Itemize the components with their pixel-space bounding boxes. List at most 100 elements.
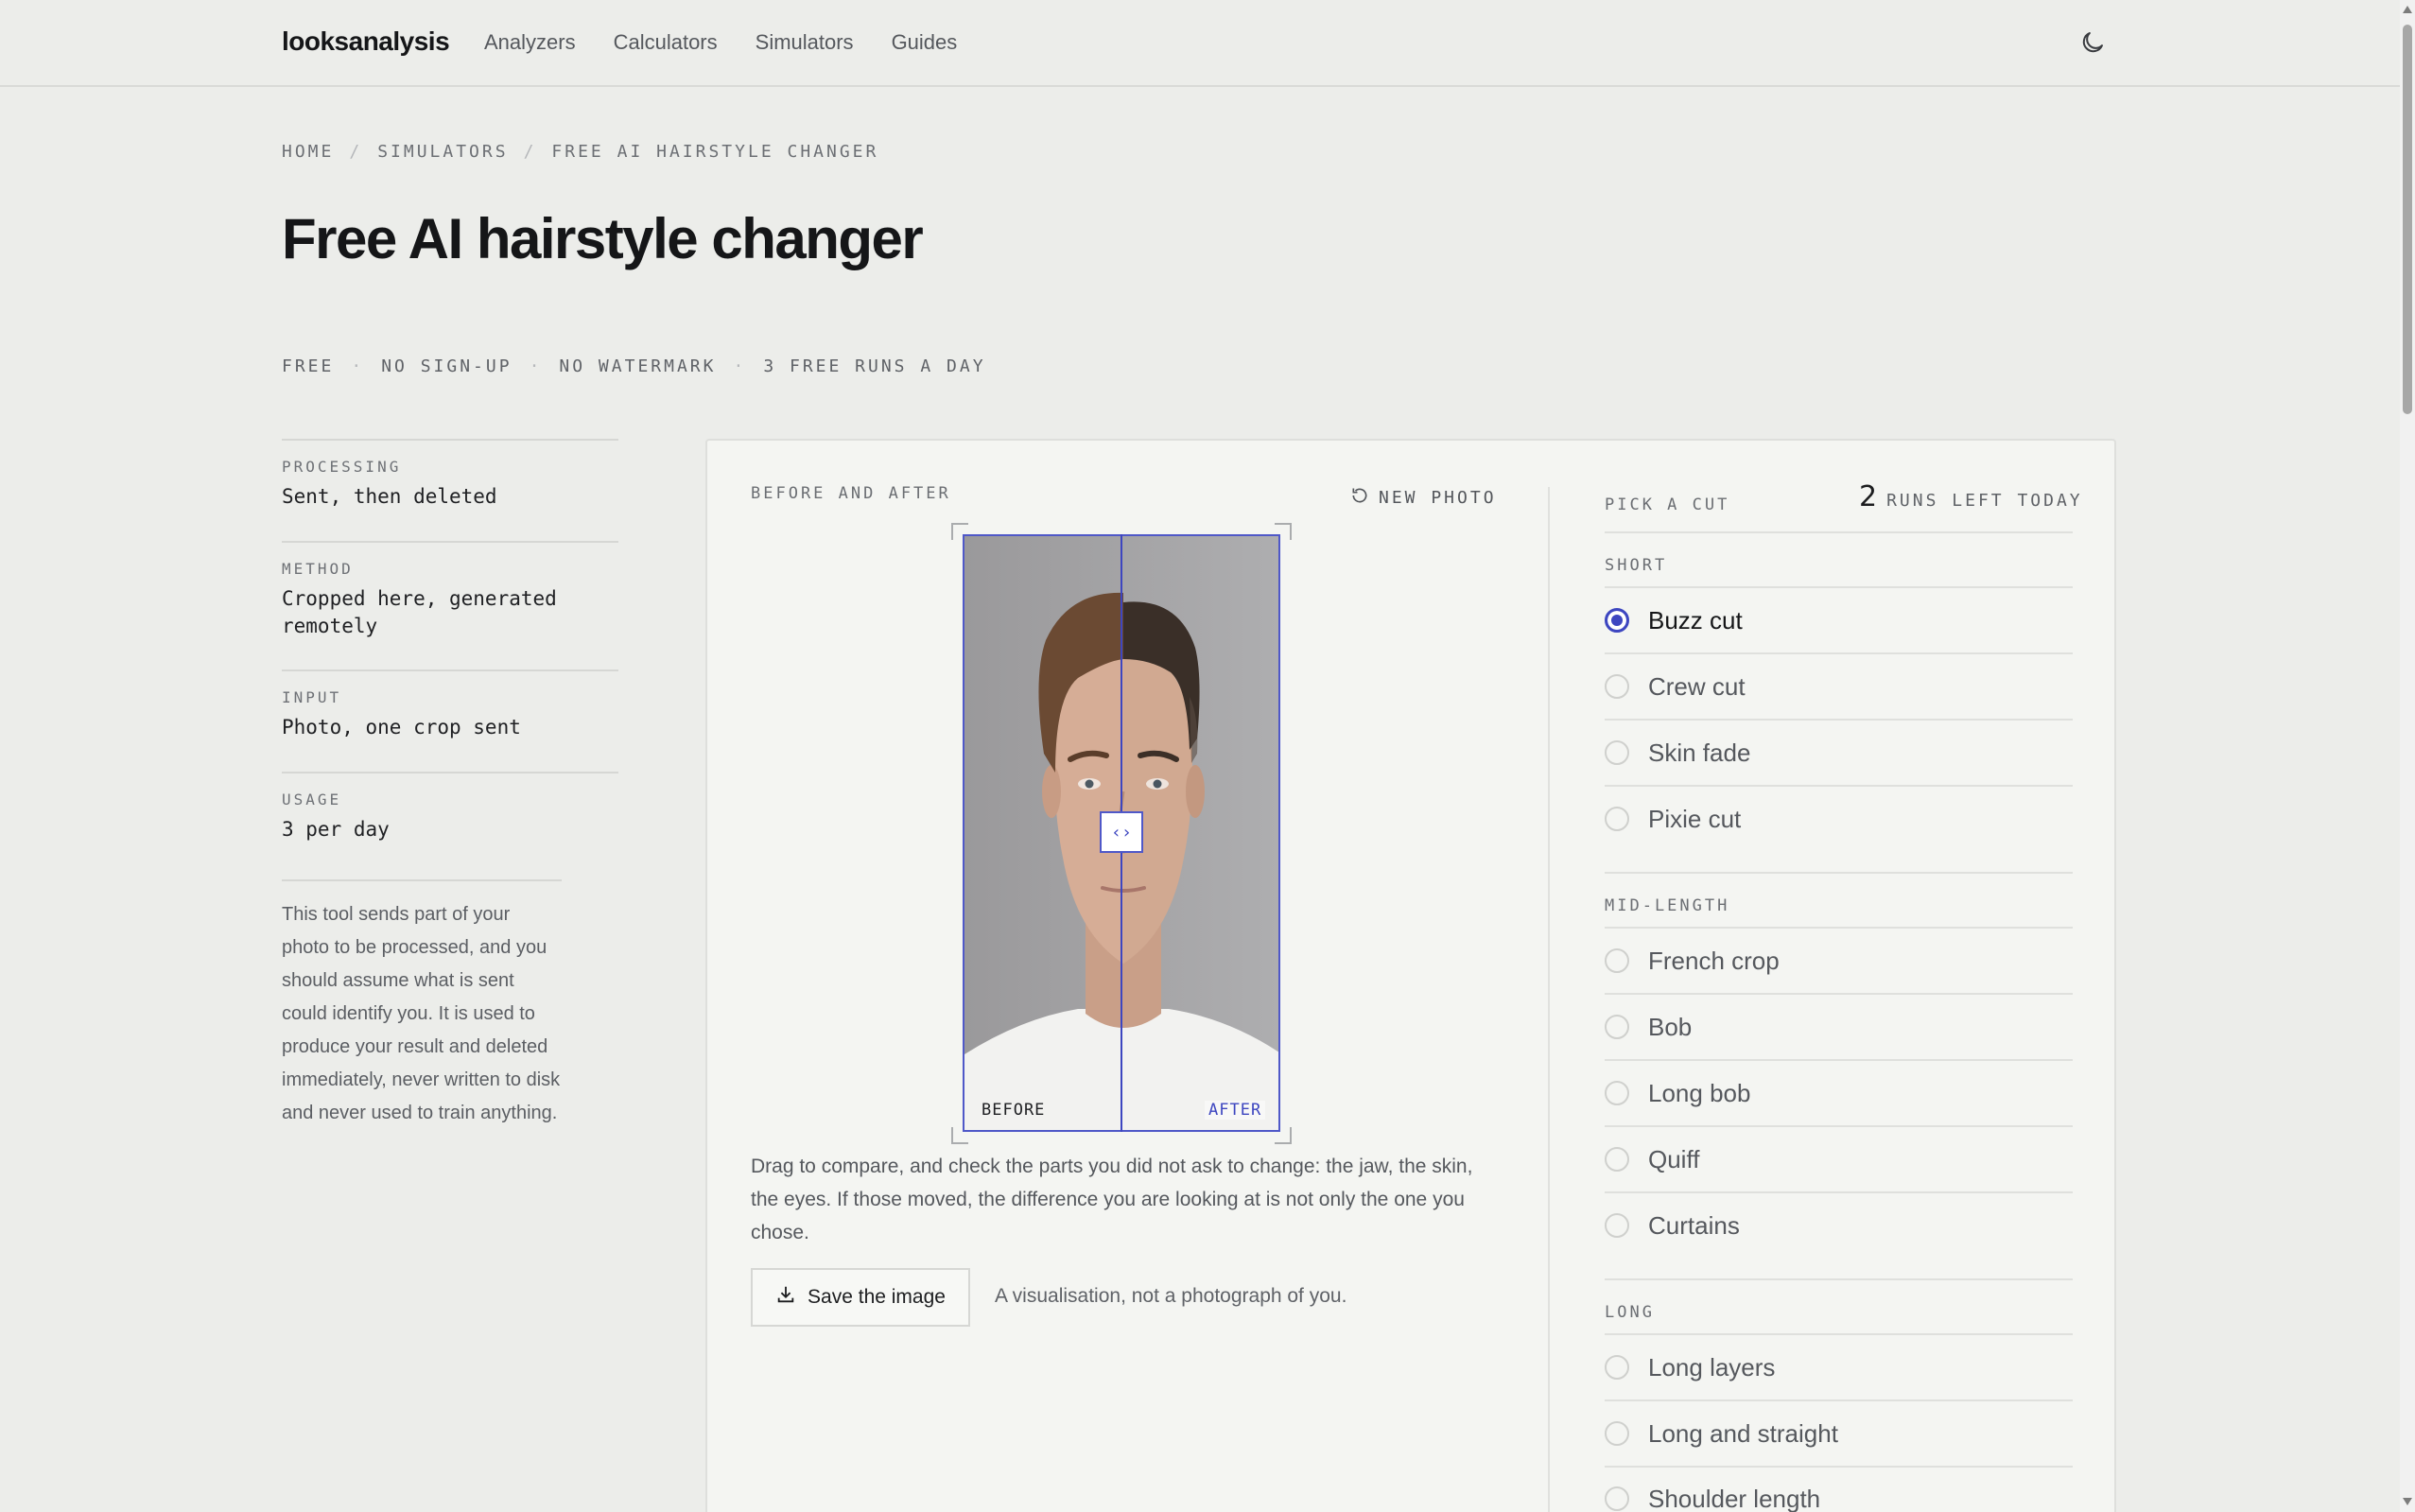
- cut-radio[interactable]: [1605, 1421, 1629, 1446]
- cut-option[interactable]: Shoulder length: [1605, 1466, 2073, 1512]
- scroll-up-arrow-icon[interactable]: [2403, 6, 2412, 13]
- cut-radio[interactable]: [1605, 948, 1629, 973]
- cut-option-label: Curtains: [1648, 1210, 1740, 1240]
- compare-drag-handle[interactable]: ‹›: [1100, 811, 1143, 853]
- tagline-separator: ·: [351, 356, 365, 376]
- fact-label: INPUT: [282, 688, 342, 706]
- runs-label: RUNS LEFT TODAY: [1886, 491, 2083, 511]
- main-nav: Analyzers Calculators Simulators Guides: [484, 30, 957, 55]
- cut-radio[interactable]: [1605, 608, 1629, 633]
- breadcrumb-separator: /: [349, 142, 363, 162]
- cut-option-label: Pixie cut: [1648, 804, 1742, 833]
- scroll-thumb[interactable]: [2403, 25, 2412, 414]
- haircut-picker: SHORT Buzz cut Crew cut Skin fade Pixie cut M…: [1605, 531, 2073, 1512]
- cut-radio[interactable]: [1605, 1015, 1629, 1039]
- tagline-separator: ·: [529, 356, 543, 376]
- scroll-down-arrow-icon[interactable]: [2403, 1498, 2412, 1505]
- cut-option-label: Long and straight: [1648, 1418, 1838, 1448]
- cut-radio[interactable]: [1605, 674, 1629, 699]
- column-divider: [1548, 487, 1550, 1512]
- page-title: Free AI hairstyle changer: [282, 207, 924, 270]
- fact-value: Sent, then deleted: [282, 485, 497, 508]
- cut-option[interactable]: Crew cut: [1605, 652, 2073, 719]
- before-tag: BEFORE: [982, 1101, 1046, 1120]
- page-scrollbar[interactable]: [2400, 0, 2415, 1512]
- tagline: 3 FREE RUNS A DAY: [763, 356, 986, 376]
- cut-option[interactable]: Long bob: [1605, 1059, 2073, 1125]
- breadcrumb-separator: /: [523, 142, 537, 162]
- cut-radio[interactable]: [1605, 1213, 1629, 1238]
- tool-facts: PROCESSING Sent, then deleted METHOD Cro…: [282, 439, 618, 874]
- cut-option[interactable]: Bob: [1605, 993, 2073, 1059]
- cut-option-label: Long bob: [1648, 1078, 1751, 1107]
- cut-option[interactable]: Long and straight: [1605, 1399, 2073, 1466]
- cut-radio[interactable]: [1605, 1081, 1629, 1105]
- breadcrumb-simulators[interactable]: SIMULATORS: [377, 142, 508, 162]
- runs-remaining: 2 RUNS LEFT TODAY: [1859, 480, 2083, 513]
- tagline: NO WATERMARK: [559, 356, 717, 376]
- fact-value: Photo, one crop sent: [282, 716, 521, 739]
- save-image-label: Save the image: [808, 1286, 946, 1308]
- runs-count: 2: [1859, 480, 1878, 513]
- fact-value: 3 per day: [282, 818, 390, 841]
- compare-instructions: Drag to compare, and check the parts you…: [751, 1156, 1473, 1243]
- tagline: NO SIGN-UP: [381, 356, 513, 376]
- tagline: FREE: [282, 356, 335, 376]
- fact-processing: PROCESSING Sent, then deleted: [282, 439, 618, 541]
- visualisation-disclaimer: A visualisation, not a photograph of you…: [995, 1285, 1347, 1307]
- cut-radio[interactable]: [1605, 1486, 1629, 1511]
- nav-link-simulators[interactable]: Simulators: [756, 30, 854, 55]
- cut-radio[interactable]: [1605, 807, 1629, 831]
- cut-group-label: SHORT: [1605, 531, 2073, 586]
- cut-option-label: Shoulder length: [1648, 1484, 1821, 1512]
- cut-option[interactable]: French crop: [1605, 927, 2073, 993]
- nav-link-calculators[interactable]: Calculators: [614, 30, 718, 55]
- cut-option[interactable]: Skin fade: [1605, 719, 2073, 785]
- breadcrumb-home[interactable]: HOME: [282, 142, 334, 162]
- cut-group-label: MID-LENGTH: [1605, 872, 2073, 927]
- moon-icon[interactable]: [2078, 28, 2107, 57]
- download-icon: [775, 1284, 796, 1311]
- cut-option[interactable]: Quiff: [1605, 1125, 2073, 1191]
- cut-radio[interactable]: [1605, 740, 1629, 765]
- breadcrumb-current: FREE AI HAIRSTYLE CHANGER: [551, 142, 879, 162]
- top-nav: looksanalysis Analyzers Calculators Simu…: [0, 0, 2400, 87]
- cut-option-label: Long layers: [1648, 1352, 1776, 1382]
- cut-option-label: French crop: [1648, 946, 1780, 975]
- tagline-separator: ·: [733, 356, 747, 376]
- tagline-list: FREE · NO SIGN-UP · NO WATERMARK · 3 FRE…: [282, 356, 986, 376]
- cut-option-label: Bob: [1648, 1012, 1693, 1041]
- cut-option[interactable]: Buzz cut: [1605, 586, 2073, 652]
- breadcrumb: HOME / SIMULATORS / FREE AI HAIRSTYLE CH…: [282, 142, 878, 162]
- before-after-label: BEFORE AND AFTER: [751, 484, 951, 503]
- site-logo[interactable]: looksanalysis: [282, 26, 450, 57]
- cut-option[interactable]: Pixie cut: [1605, 785, 2073, 851]
- new-photo-label: NEW PHOTO: [1379, 488, 1497, 508]
- fact-label: USAGE: [282, 791, 342, 808]
- fact-label: METHOD: [282, 560, 354, 578]
- nav-link-analyzers[interactable]: Analyzers: [484, 30, 576, 55]
- cut-option[interactable]: Long layers: [1605, 1333, 2073, 1399]
- cut-option-label: Quiff: [1648, 1144, 1700, 1173]
- cut-option-label: Buzz cut: [1648, 605, 1743, 634]
- fact-label: PROCESSING: [282, 458, 402, 476]
- refresh-icon: [1350, 486, 1369, 510]
- save-image-button[interactable]: Save the image: [751, 1268, 970, 1327]
- cut-option[interactable]: Curtains: [1605, 1191, 2073, 1258]
- cut-option-label: Skin fade: [1648, 738, 1751, 767]
- cut-radio[interactable]: [1605, 1147, 1629, 1172]
- fact-usage: USAGE 3 per day: [282, 772, 618, 874]
- new-photo-button[interactable]: NEW PHOTO: [1350, 486, 1497, 510]
- cut-group-label: LONG: [1605, 1278, 2073, 1333]
- after-tag: AFTER: [1205, 1101, 1266, 1120]
- nav-link-guides[interactable]: Guides: [892, 30, 958, 55]
- privacy-note: This tool sends part of your photo to be…: [282, 879, 562, 1130]
- fact-input: INPUT Photo, one crop sent: [282, 669, 618, 772]
- cut-option-label: Crew cut: [1648, 671, 1746, 701]
- fact-value: Cropped here, generated remotely: [282, 587, 557, 637]
- fact-method: METHOD Cropped here, generated remotely: [282, 541, 618, 669]
- pick-a-cut-label: PICK A CUT: [1605, 495, 1730, 514]
- cut-radio[interactable]: [1605, 1355, 1629, 1380]
